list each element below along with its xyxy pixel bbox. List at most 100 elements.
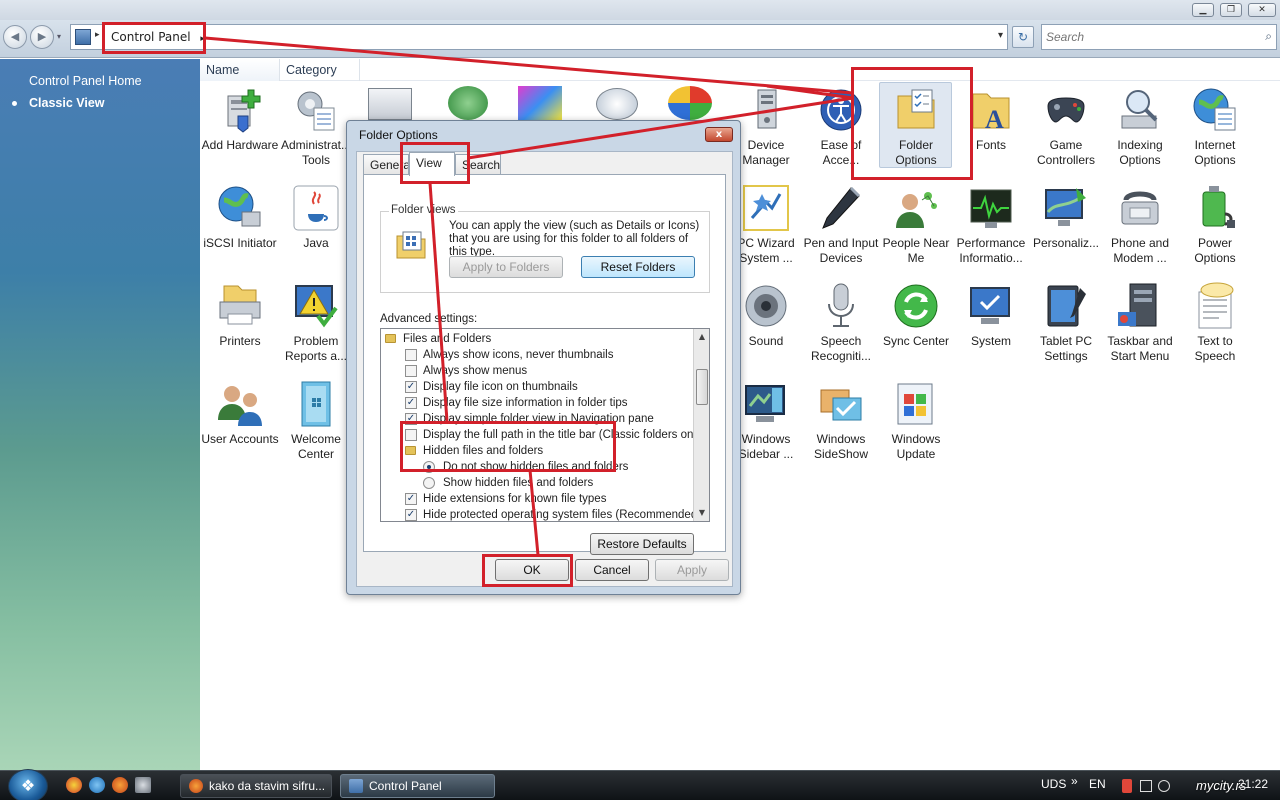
item-taskbar-start[interactable]: Taskbar and Start Menu [1101,282,1179,364]
item-game-controllers[interactable]: Game Controllers [1027,86,1105,168]
ok-button[interactable]: OK [495,559,569,581]
task-control-panel[interactable]: Control Panel [340,774,495,798]
checkbox[interactable]: ✓ [405,493,417,505]
item-performance[interactable]: Performance Informatio... [952,184,1030,266]
cancel-button[interactable]: Cancel [575,559,649,581]
volume-icon[interactable] [1158,780,1170,792]
checkbox[interactable]: ✓ [405,509,417,521]
tree-row[interactable]: Do not show hidden files and folders [381,459,693,475]
tab-general[interactable]: General [363,154,409,176]
item-windows-update[interactable]: Windows Update [877,380,955,462]
tray-uds[interactable]: UDS [1041,777,1066,791]
search-box[interactable]: ⌕ [1041,24,1277,50]
item-fonts[interactable]: A Fonts [952,86,1030,153]
item-tablet-pc[interactable]: Tablet PC Settings [1027,282,1105,364]
item-personalization[interactable]: Personaliz... [1027,184,1105,251]
address-dropdown-icon[interactable]: ▾ [998,30,1003,41]
sidebar-item-classic-view[interactable]: Classic View [29,96,105,110]
tray-overflow-icon[interactable]: » [1071,774,1078,788]
item-welcome-center[interactable]: Welcome Center [277,380,355,462]
checkbox[interactable] [405,429,417,441]
internet-explorer-icon[interactable] [89,777,105,793]
tree-row[interactable]: ✓ Hide extensions for known file types [381,491,693,507]
back-button[interactable]: ◀ [3,25,27,49]
item-people-near-me[interactable]: People Near Me [877,184,955,266]
scrollbar[interactable]: ▲ ▼ [693,329,709,521]
search-input[interactable] [1046,29,1246,45]
item-ease-of-access[interactable]: Ease of Acce... [802,86,880,168]
restore-defaults-button[interactable]: Restore Defaults [590,533,694,555]
tab-view[interactable]: View [409,152,455,176]
tree-row[interactable]: Display the full path in the title bar (… [381,427,706,443]
address-bar[interactable]: ▸ Control Panel ▸ ▾ [70,24,1008,50]
item-label: Printers [219,334,261,348]
reset-folders-button[interactable]: Reset Folders [581,256,695,278]
item-indexing-options[interactable]: Indexing Options [1101,86,1179,168]
checkbox[interactable]: ✓ [405,413,417,425]
sidebar-item-control-panel-home[interactable]: Control Panel Home [29,74,142,88]
tree-row[interactable]: Show hidden files and folders [381,475,693,491]
item-add-hardware[interactable]: Add Hardware [201,86,279,153]
search-icon[interactable]: ⌕ [1265,29,1272,44]
item-phone-modem[interactable]: Phone and Modem ... [1101,184,1179,266]
item-windows-sideshow[interactable]: Windows SideShow [802,380,880,462]
advanced-settings-tree[interactable]: Files and Folders Always show icons, neve… [380,328,710,522]
forward-button[interactable]: ▶ [30,25,54,49]
item-speech-recognition[interactable]: Speech Recogniti... [802,282,880,364]
chrome-icon[interactable] [66,777,82,793]
item-java[interactable]: Java [277,184,355,251]
chevron-right-icon[interactable]: ▸ [200,34,205,44]
item-pen-input[interactable]: Pen and Input Devices [802,184,880,266]
item-problem-reports[interactable]: Problem Reports a... [277,282,355,364]
radio-button[interactable] [423,477,435,489]
tree-row[interactable]: ✓ Hide protected operating system files (… [381,507,701,521]
tree-row[interactable]: ✓ Display simple folder view in Navigatio… [381,411,693,427]
tree-row[interactable]: Always show icons, never thumbnails [381,347,693,363]
checkbox[interactable]: ✓ [405,381,417,393]
checkbox[interactable] [405,365,417,377]
scroll-thumb[interactable] [696,369,708,405]
item-iscsi-initiator[interactable]: iSCSI Initiator [201,184,279,251]
item-user-accounts[interactable]: User Accounts [201,380,279,447]
language-indicator[interactable]: EN [1089,777,1106,791]
folder-views-legend: Folder views [389,204,458,216]
scroll-down-icon[interactable]: ▼ [694,505,709,521]
network-icon[interactable] [1140,780,1152,792]
column-header-name[interactable]: Name [200,59,280,81]
scroll-up-icon[interactable]: ▲ [694,329,709,345]
item-sync-center[interactable]: Sync Center [877,282,955,349]
start-button[interactable]: ❖ [8,769,48,800]
column-header-category[interactable]: Category [280,59,360,81]
item-power-options[interactable]: Power Options [1176,184,1254,266]
tab-search[interactable]: Search [455,154,501,176]
item-folder-options[interactable]: Folder Options [877,86,955,168]
breadcrumb-control-panel[interactable]: Control Panel ▸ [105,27,211,47]
device-manager-icon [757,89,777,129]
minimize-button[interactable]: ▁ [1192,3,1214,17]
quick-launch-icon[interactable] [135,777,151,793]
item-system[interactable]: System [952,282,1030,349]
item-text-to-speech[interactable]: Text to Speech [1176,282,1254,364]
checkbox[interactable]: ✓ [405,397,417,409]
item-internet-options[interactable]: Internet Options [1176,86,1254,168]
maximize-button[interactable]: ❐ [1220,3,1242,17]
item-printers[interactable]: Printers [201,282,279,349]
task-browser[interactable]: kako da stavim sifru... [180,774,332,798]
apply-to-folders-button[interactable]: Apply to Folders [449,256,563,278]
tree-row[interactable]: ✓ Display file icon on thumbnails [381,379,693,395]
antivirus-icon[interactable] [1122,779,1132,793]
crumb-separator-icon[interactable]: ▸ [95,30,100,40]
tree-row[interactable]: Always show menus [381,363,693,379]
dialog-close-button[interactable]: x [705,127,733,142]
item-administrative-tools[interactable]: Administrat... Tools [277,86,355,168]
close-button[interactable]: ✕ [1248,3,1276,17]
tree-row[interactable]: Files and Folders [381,331,693,347]
apply-button[interactable]: Apply [655,559,729,581]
recent-pages-dropdown[interactable]: ▾ [57,32,61,41]
refresh-button[interactable]: ↻ [1012,26,1034,48]
tree-row[interactable]: Hidden files and folders [381,443,693,459]
radio-button[interactable] [423,461,435,473]
firefox-icon[interactable] [112,777,128,793]
checkbox[interactable] [405,349,417,361]
tree-row[interactable]: ✓ Display file size information in folder… [381,395,693,411]
